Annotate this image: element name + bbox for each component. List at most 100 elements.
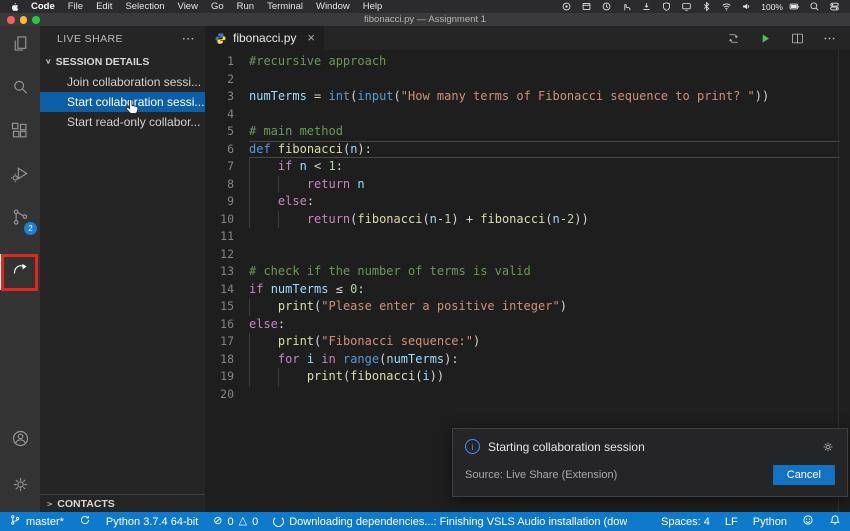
menu-item-view[interactable]: View — [178, 1, 198, 12]
code-line[interactable]: 5 # main method — [205, 123, 850, 141]
code-line[interactable]: 16 else: — [205, 316, 850, 334]
code-line[interactable]: 19 print(fibonacci(i)) — [205, 368, 850, 386]
code-line[interactable]: 11 — [205, 228, 850, 246]
activity-item-debug-icon[interactable] — [0, 158, 40, 194]
section-session-details[interactable]: ∨ SESSION DETAILS — [40, 51, 205, 72]
code-line[interactable]: 12 — [205, 246, 850, 264]
display-icon[interactable] — [681, 1, 692, 12]
menu-item-go[interactable]: Go — [211, 1, 224, 12]
tab-bar: fibonacci.py × — [205, 26, 850, 50]
code-line[interactable]: 7 if n < 1: — [205, 158, 850, 176]
status-item-sync[interactable] — [79, 514, 91, 529]
activity-item-account-icon[interactable] — [0, 423, 40, 459]
apple-menu-icon[interactable] — [10, 2, 19, 12]
clock-icon[interactable] — [601, 1, 612, 12]
activity-item-settings-gear-icon[interactable] — [0, 469, 40, 505]
split-editor-icon[interactable] — [790, 31, 805, 46]
status-right: Spaces: 4 LF Python — [661, 514, 841, 529]
code-line[interactable]: 18 for i in range(numTerms): — [205, 351, 850, 369]
code-line[interactable]: 14 if numTerms ≤ 0: — [205, 281, 850, 299]
code-line[interactable]: 4 — [205, 106, 850, 124]
menu-item-run[interactable]: Run — [237, 1, 254, 12]
status-item-notifications-bell[interactable] — [829, 514, 841, 529]
activity-item-extensions-icon[interactable] — [0, 115, 40, 151]
zoom-window-button[interactable] — [32, 16, 40, 24]
line-content: for i in range(numTerms): — [249, 351, 459, 369]
hand-icon[interactable] — [621, 1, 632, 12]
code-token: fibonacci — [350, 369, 416, 383]
more-actions-icon[interactable]: ⋯ — [182, 32, 195, 45]
code-token: numTerms — [270, 281, 329, 296]
code-token: else — [249, 316, 278, 331]
bluetooth-icon[interactable] — [701, 1, 712, 12]
menu-item-file[interactable]: File — [68, 1, 83, 12]
code-line[interactable]: 9 else: — [205, 193, 850, 211]
code-token: print — [306, 369, 343, 383]
code-token: input — [357, 89, 394, 103]
menu-item-terminal[interactable]: Terminal — [267, 1, 303, 12]
code-line[interactable]: 10 return(fibonacci(n-1) + fibonacci(n-2… — [205, 211, 850, 229]
section-contacts[interactable]: > CONTACTS — [40, 494, 205, 512]
more-actions-icon[interactable] — [822, 31, 837, 46]
sidebar-item[interactable]: Start collaboration sessi... — [40, 92, 205, 112]
code-line[interactable]: 20 — [205, 386, 850, 404]
sidebar-item[interactable]: Join collaboration sessi... — [40, 72, 205, 92]
close-tab-icon[interactable]: × — [307, 31, 315, 44]
code-token: # check if the number of terms is valid — [249, 264, 531, 278]
run-icon[interactable] — [758, 31, 773, 46]
status-item-eol[interactable]: LF — [725, 516, 738, 528]
code-line[interactable]: 15 print("Please enter a positive intege… — [205, 298, 850, 316]
menu-item-edit[interactable]: Edit — [96, 1, 112, 12]
cancel-button[interactable]: Cancel — [772, 465, 835, 485]
status-item-task-progress[interactable]: Downloading dependencies...: Finishing V… — [273, 516, 627, 528]
screen-recording-icon[interactable] — [561, 1, 572, 12]
code-line[interactable]: 1 #recursive approach — [205, 53, 850, 71]
code-line[interactable]: 2 — [205, 71, 850, 89]
battery-icon[interactable] — [789, 1, 800, 12]
activity-item-search-icon[interactable] — [0, 72, 40, 108]
line-content: print(fibonacci(i)) — [249, 368, 444, 386]
notification-gear-icon[interactable] — [821, 440, 835, 454]
code-token: ) + — [451, 211, 481, 226]
status-bar: master* Python 3.7.4 64-bit ⊘ 0 △ 0 Downloadin… — [0, 512, 850, 531]
status-item-language-mode[interactable]: Python — [753, 516, 787, 528]
code-line[interactable]: 13 # check if the number of terms is vali… — [205, 263, 850, 281]
bell-icon — [829, 514, 841, 529]
status-item-python-interpreter[interactable]: Python 3.7.4 64-bit — [106, 516, 198, 528]
code-token: int — [328, 89, 351, 103]
menu-item-help[interactable]: Help — [363, 1, 383, 12]
activity-item-source-control-icon[interactable]: 2 — [0, 202, 40, 238]
status-item-feedback[interactable] — [802, 514, 814, 529]
control-center-icon[interactable] — [829, 1, 840, 12]
menu-item-window[interactable]: Window — [316, 1, 350, 12]
shield-icon[interactable] — [661, 1, 672, 12]
window-manager-icon[interactable] — [581, 1, 592, 12]
line-number: 13 — [220, 264, 234, 278]
wifi-icon[interactable] — [721, 1, 732, 12]
activity-item-live-share-icon[interactable] — [0, 254, 40, 290]
download-icon[interactable] — [641, 1, 652, 12]
compare-changes-icon[interactable] — [726, 31, 741, 46]
code-line[interactable]: 8 return n — [205, 176, 850, 194]
status-item-indentation[interactable]: Spaces: 4 — [661, 516, 710, 528]
spotlight-icon[interactable] — [809, 1, 820, 12]
minimize-window-button[interactable] — [19, 16, 27, 24]
chevron-down-icon: ∨ — [45, 57, 52, 66]
window-title-bar[interactable]: fibonacci.py — Assignment 1 — [0, 13, 850, 26]
code-line[interactable]: 6 def fibonacci(n): — [205, 140, 850, 159]
activity-bar: 2 — [0, 26, 40, 512]
close-window-button[interactable] — [7, 16, 15, 24]
sidebar-item[interactable]: Start read-only collabor... — [40, 112, 205, 132]
menu-item-selection[interactable]: Selection — [125, 1, 164, 12]
menu-item-code[interactable]: Code — [31, 1, 55, 12]
line-content: # main method — [249, 123, 343, 141]
status-item-git-branch[interactable]: master* — [9, 514, 64, 529]
traffic-lights — [7, 16, 40, 24]
code-line[interactable]: 17 print("Fibonacci sequence:") — [205, 333, 850, 351]
activity-item-explorer-icon[interactable] — [0, 28, 40, 64]
status-item-problems[interactable]: ⊘ 0 △ 0 — [213, 516, 258, 528]
code-line[interactable]: 3 numTerms = int(input("How many terms of… — [205, 88, 850, 106]
volume-icon[interactable] — [741, 1, 752, 12]
tab-fibonacci[interactable]: fibonacci.py × — [205, 26, 324, 50]
